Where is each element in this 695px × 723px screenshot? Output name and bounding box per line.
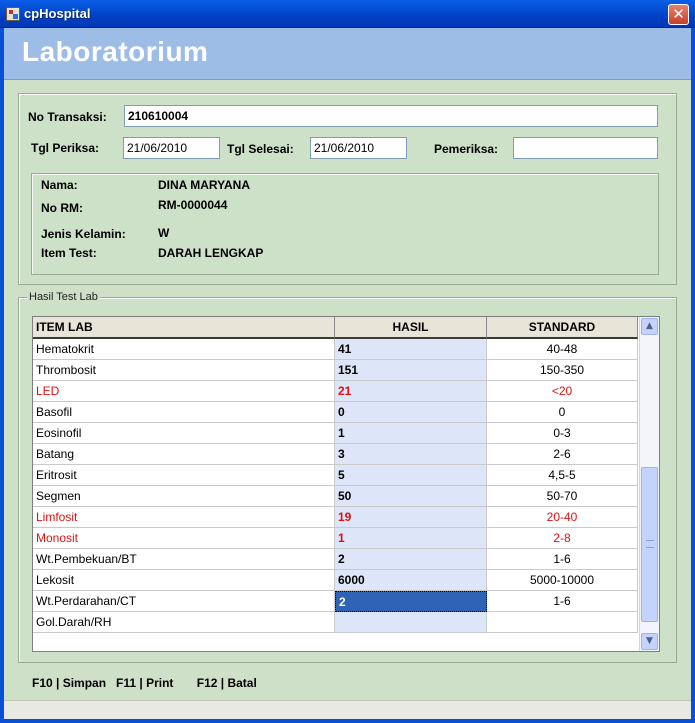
- table-row[interactable]: Segmen 50 50-70: [33, 486, 638, 507]
- tgl-selesai-label: Tgl Selesai:: [227, 142, 294, 156]
- standard-cell: 40-48: [487, 339, 638, 360]
- hasil-cell[interactable]: [335, 612, 487, 633]
- pemeriksa-label: Pemeriksa:: [434, 142, 499, 156]
- table-row[interactable]: Wt.Perdarahan/CT 2 1-6: [33, 591, 638, 612]
- tgl-selesai-field[interactable]: 21/06/2010: [310, 137, 407, 159]
- jenis-kelamin-value: W: [158, 226, 170, 240]
- hasil-cell[interactable]: 19: [335, 507, 487, 528]
- item-cell: Wt.Pembekuan/BT: [33, 549, 335, 570]
- tgl-periksa-field[interactable]: 21/06/2010: [123, 137, 220, 159]
- table-row[interactable]: LED 21 <20: [33, 381, 638, 402]
- standard-cell: 5000-10000: [487, 570, 638, 591]
- standard-cell: 0-3: [487, 423, 638, 444]
- table-row[interactable]: Limfosit 19 20-40: [33, 507, 638, 528]
- hasil-cell[interactable]: 1: [335, 423, 487, 444]
- grid-header: ITEM LAB HASIL STANDARD: [33, 317, 638, 339]
- item-test-value: DARAH LENGKAP: [158, 246, 264, 260]
- standard-cell: 20-40: [487, 507, 638, 528]
- hasil-cell[interactable]: 0: [335, 402, 487, 423]
- window-border-right: [691, 28, 695, 723]
- table-row[interactable]: Thrombosit 151 150-350: [33, 360, 638, 381]
- no-transaksi-field[interactable]: 210610004: [124, 105, 658, 127]
- norm-value: RM-0000044: [158, 198, 228, 212]
- pemeriksa-field[interactable]: [513, 137, 658, 159]
- standard-cell: [487, 612, 638, 633]
- table-row[interactable]: Hematokrit 41 40-48: [33, 339, 638, 360]
- hasil-cell[interactable]: 2: [335, 549, 487, 570]
- app-icon: [6, 7, 20, 21]
- hasil-cell[interactable]: 1: [335, 528, 487, 549]
- no-transaksi-label: No Transaksi:: [28, 110, 107, 124]
- header-banner: Laboratorium: [4, 28, 691, 80]
- window-titlebar: cpHospital ✕: [0, 0, 695, 28]
- column-header-standard[interactable]: STANDARD: [487, 317, 638, 339]
- item-cell: Eosinofil: [33, 423, 335, 444]
- standard-cell: 1-6: [487, 549, 638, 570]
- patient-info-box: [31, 173, 659, 275]
- standard-cell: 150-350: [487, 360, 638, 381]
- standard-cell: <20: [487, 381, 638, 402]
- table-row[interactable]: Eritrosit 5 4,5-5: [33, 465, 638, 486]
- item-cell: Limfosit: [33, 507, 335, 528]
- item-cell: Wt.Perdarahan/CT: [33, 591, 335, 612]
- window-border-left: [0, 28, 4, 723]
- hasil-cell[interactable]: 21: [335, 381, 487, 402]
- standard-cell: 2-6: [487, 444, 638, 465]
- scroll-down-icon[interactable]: ▼: [641, 633, 658, 650]
- column-header-item[interactable]: ITEM LAB: [33, 317, 335, 339]
- item-cell: Batang: [33, 444, 335, 465]
- results-group-legend: Hasil Test Lab: [27, 291, 100, 303]
- nama-label: Nama:: [41, 178, 78, 192]
- item-cell: Monosit: [33, 528, 335, 549]
- item-cell: Basofil: [33, 402, 335, 423]
- column-header-hasil[interactable]: HASIL: [335, 317, 487, 339]
- hasil-cell[interactable]: 5: [335, 465, 487, 486]
- standard-cell: 0: [487, 402, 638, 423]
- tgl-periksa-label: Tgl Periksa:: [31, 141, 100, 155]
- item-cell: Thrombosit: [33, 360, 335, 381]
- grip-icon: [646, 540, 654, 548]
- table-row[interactable]: Monosit 1 2-8: [33, 528, 638, 549]
- results-grid[interactable]: ITEM LAB HASIL STANDARD Hematokrit 41 40-4…: [32, 316, 660, 652]
- item-cell: Lekosit: [33, 570, 335, 591]
- hasil-cell[interactable]: 151: [335, 360, 487, 381]
- hasil-cell[interactable]: 3: [335, 444, 487, 465]
- window-border-bottom: [0, 719, 695, 723]
- item-test-label: Item Test:: [41, 246, 97, 260]
- table-row[interactable]: Batang 3 2-6: [33, 444, 638, 465]
- vertical-scrollbar[interactable]: ▲ ▼: [639, 317, 659, 651]
- hasil-cell[interactable]: 50: [335, 486, 487, 507]
- standard-cell: 4,5-5: [487, 465, 638, 486]
- norm-label: No RM:: [41, 201, 83, 215]
- standard-cell: 50-70: [487, 486, 638, 507]
- hasil-cell[interactable]: 2: [335, 591, 487, 612]
- close-button[interactable]: ✕: [668, 4, 689, 25]
- table-row[interactable]: Gol.Darah/RH: [33, 612, 638, 633]
- scroll-thumb[interactable]: [641, 467, 658, 622]
- item-cell: Segmen: [33, 486, 335, 507]
- status-bar: [4, 700, 691, 719]
- keyboard-shortcuts: F10 | Simpan F11 | Print F12 | Batal: [32, 676, 257, 690]
- nama-value: DINA MARYANA: [158, 178, 251, 192]
- standard-cell: 1-6: [487, 591, 638, 612]
- table-row[interactable]: Lekosit 6000 5000-10000: [33, 570, 638, 591]
- hasil-cell[interactable]: 41: [335, 339, 487, 360]
- table-row[interactable]: Wt.Pembekuan/BT 2 1-6: [33, 549, 638, 570]
- item-cell: LED: [33, 381, 335, 402]
- hasil-cell[interactable]: 6000: [335, 570, 487, 591]
- item-cell: Hematokrit: [33, 339, 335, 360]
- page-title: Laboratorium: [22, 36, 209, 67]
- window-title: cpHospital: [24, 6, 91, 21]
- table-row[interactable]: Eosinofil 1 0-3: [33, 423, 638, 444]
- item-cell: Eritrosit: [33, 465, 335, 486]
- standard-cell: 2-8: [487, 528, 638, 549]
- item-cell: Gol.Darah/RH: [33, 612, 335, 633]
- scroll-up-icon[interactable]: ▲: [641, 318, 658, 335]
- jenis-kelamin-label: Jenis Kelamin:: [41, 227, 126, 241]
- table-row[interactable]: Basofil 0 0: [33, 402, 638, 423]
